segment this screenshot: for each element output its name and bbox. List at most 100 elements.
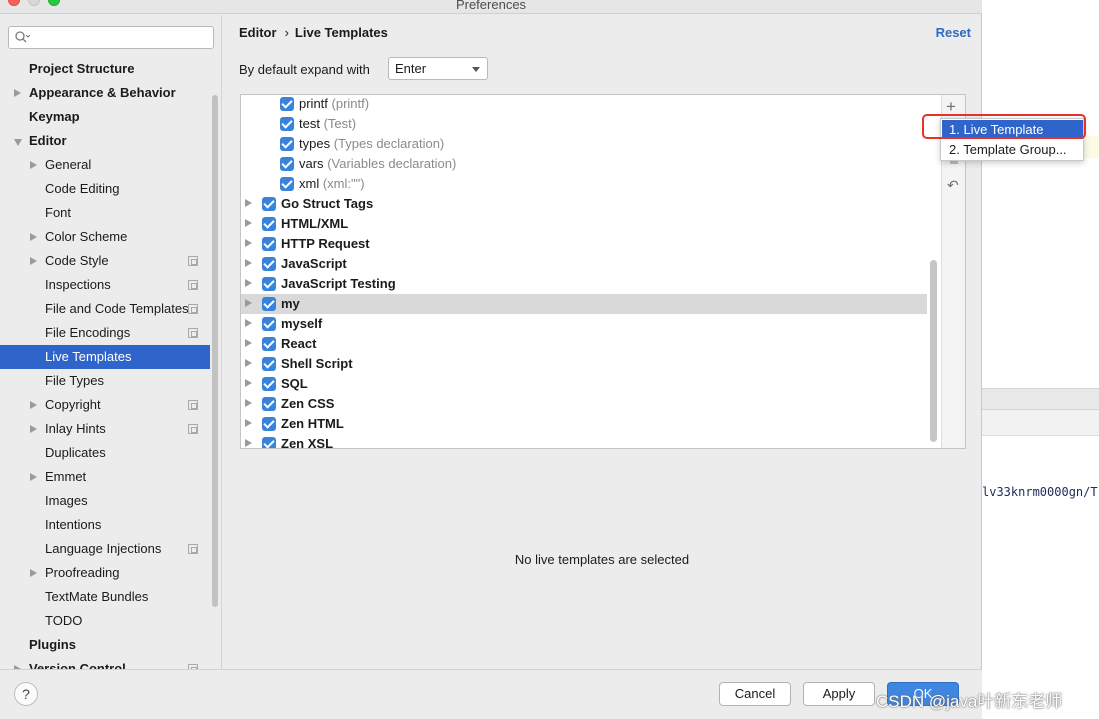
sidebar-item-images[interactable]: Images — [0, 489, 210, 513]
checkbox-checked-icon[interactable] — [262, 397, 276, 411]
chevron-right-icon[interactable] — [245, 339, 252, 347]
checkbox-checked-icon[interactable] — [262, 377, 276, 391]
expand-with-select[interactable]: Enter — [388, 57, 488, 80]
template-group-row[interactable]: JavaScript Testing — [241, 274, 927, 294]
chevron-right-icon[interactable] — [245, 279, 252, 287]
sidebar-item-appearance-behavior[interactable]: Appearance & Behavior — [0, 81, 210, 105]
template-row[interactable]: xml (xml:"") — [241, 174, 927, 194]
sidebar-item-live-templates[interactable]: Live Templates — [0, 345, 210, 369]
sidebar-item-duplicates[interactable]: Duplicates — [0, 441, 210, 465]
checkbox-checked-icon[interactable] — [262, 417, 276, 431]
template-group-row[interactable]: SQL — [241, 374, 927, 394]
template-group-row[interactable]: Zen CSS — [241, 394, 927, 414]
template-row[interactable]: test (Test) — [241, 114, 927, 134]
template-abbreviation: myself — [281, 316, 323, 331]
sidebar-item-proofreading[interactable]: Proofreading — [0, 561, 210, 585]
sidebar-item-inspections[interactable]: Inspections — [0, 273, 210, 297]
sidebar-item-intentions[interactable]: Intentions — [0, 513, 210, 537]
sidebar-item-color-scheme[interactable]: Color Scheme — [0, 225, 210, 249]
checkbox-checked-icon[interactable] — [262, 237, 276, 251]
sidebar-item-font[interactable]: Font — [0, 201, 210, 225]
chevron-right-icon[interactable] — [245, 419, 252, 427]
sidebar-item-project-structure[interactable]: Project Structure — [0, 57, 210, 81]
sidebar-item-todo[interactable]: TODO — [0, 609, 210, 633]
chevron-right-icon[interactable] — [245, 379, 252, 387]
checkbox-checked-icon[interactable] — [262, 337, 276, 351]
template-group-row[interactable]: JavaScript — [241, 254, 927, 274]
template-row[interactable]: types (Types declaration) — [241, 134, 927, 154]
help-button[interactable]: ? — [14, 682, 38, 706]
checkbox-checked-icon[interactable] — [262, 357, 276, 371]
sidebar-item-keymap[interactable]: Keymap — [0, 105, 210, 129]
checkbox-checked-icon[interactable] — [280, 137, 294, 151]
chevron-right-icon[interactable] — [245, 259, 252, 267]
template-group-row[interactable]: HTTP Request — [241, 234, 927, 254]
sidebar-item-language-injections[interactable]: Language Injections — [0, 537, 210, 561]
template-group-row[interactable]: Shell Script — [241, 354, 927, 374]
checkbox-checked-icon[interactable] — [280, 97, 294, 111]
chevron-right-icon[interactable] — [245, 239, 252, 247]
sidebar-item-file-and-code-templates[interactable]: File and Code Templates — [0, 297, 210, 321]
sidebar-item-editor[interactable]: Editor — [0, 129, 210, 153]
template-name: Zen HTML — [281, 414, 344, 434]
apply-button[interactable]: Apply — [803, 682, 875, 706]
sidebar-item-general[interactable]: General — [0, 153, 210, 177]
checkbox-checked-icon[interactable] — [262, 317, 276, 331]
chevron-right-icon[interactable] — [245, 219, 252, 227]
background-toolbar-band — [982, 388, 1099, 410]
chevron-right-icon[interactable] — [245, 359, 252, 367]
chevron-right-icon[interactable] — [245, 439, 252, 447]
template-name: Go Struct Tags — [281, 194, 373, 214]
templates-scrollbar[interactable] — [930, 260, 937, 442]
sidebar-item-code-style[interactable]: Code Style — [0, 249, 210, 273]
template-row[interactable]: printf (printf) — [241, 95, 927, 114]
chevron-right-icon[interactable] — [245, 299, 252, 307]
sidebar-item-emmet[interactable]: Emmet — [0, 465, 210, 489]
chevron-right-icon[interactable] — [14, 89, 21, 97]
sidebar-item-version-control[interactable]: Version Control — [0, 657, 210, 669]
checkbox-checked-icon[interactable] — [262, 197, 276, 211]
sidebar-item-copyright[interactable]: Copyright — [0, 393, 210, 417]
sidebar-item-inlay-hints[interactable]: Inlay Hints — [0, 417, 210, 441]
sidebar-item-file-encodings[interactable]: File Encodings — [0, 321, 210, 345]
sidebar-scrollbar[interactable] — [212, 95, 218, 607]
checkbox-checked-icon[interactable] — [262, 277, 276, 291]
checkbox-checked-icon[interactable] — [280, 177, 294, 191]
restore-icon[interactable]: ↶ — [947, 177, 959, 194]
chevron-down-icon[interactable] — [14, 139, 22, 146]
template-row[interactable]: vars (Variables declaration) — [241, 154, 927, 174]
template-group-row[interactable]: Zen HTML — [241, 414, 927, 434]
template-group-row[interactable]: myself — [241, 314, 927, 334]
chevron-right-icon[interactable] — [245, 319, 252, 327]
search-input[interactable] — [8, 26, 214, 49]
breadcrumb-editor[interactable]: Editor — [239, 25, 277, 40]
sidebar-item-file-types[interactable]: File Types — [0, 369, 210, 393]
template-group-row[interactable]: HTML/XML — [241, 214, 927, 234]
checkbox-checked-icon[interactable] — [262, 257, 276, 271]
chevron-right-icon[interactable] — [245, 199, 252, 207]
checkbox-checked-icon[interactable] — [262, 297, 276, 311]
chevron-right-icon[interactable] — [30, 569, 37, 577]
template-group-row[interactable]: Zen XSL — [241, 434, 927, 448]
chevron-right-icon[interactable] — [30, 161, 37, 169]
add-icon[interactable]: + — [946, 98, 956, 115]
chevron-right-icon[interactable] — [30, 473, 37, 481]
chevron-right-icon[interactable] — [30, 233, 37, 241]
sidebar-item-textmate-bundles[interactable]: TextMate Bundles — [0, 585, 210, 609]
checkbox-checked-icon[interactable] — [280, 157, 294, 171]
template-group-row[interactable]: my — [241, 294, 927, 314]
chevron-right-icon[interactable] — [245, 399, 252, 407]
menu-item-template-group[interactable]: 2. Template Group... — [942, 140, 1083, 159]
chevron-right-icon[interactable] — [30, 401, 37, 409]
checkbox-checked-icon[interactable] — [280, 117, 294, 131]
checkbox-checked-icon[interactable] — [262, 217, 276, 231]
chevron-right-icon[interactable] — [30, 257, 37, 265]
template-group-row[interactable]: Go Struct Tags — [241, 194, 927, 214]
chevron-right-icon[interactable] — [30, 425, 37, 433]
template-group-row[interactable]: React — [241, 334, 927, 354]
reset-link[interactable]: Reset — [936, 25, 971, 40]
sidebar-item-code-editing[interactable]: Code Editing — [0, 177, 210, 201]
cancel-button[interactable]: Cancel — [719, 682, 791, 706]
sidebar-item-plugins[interactable]: Plugins — [0, 633, 210, 657]
checkbox-checked-icon[interactable] — [262, 437, 276, 448]
